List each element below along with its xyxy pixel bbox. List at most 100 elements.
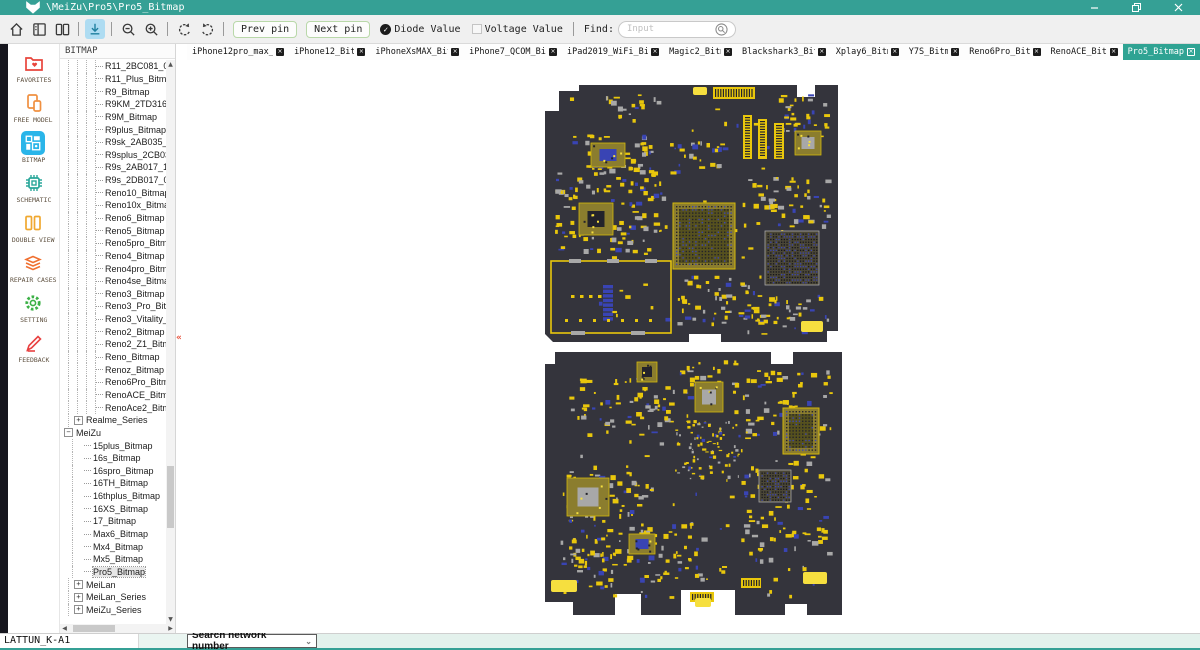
- sidebar-item-double-view[interactable]: DOUBLE VIEW: [10, 211, 56, 244]
- tree-item[interactable]: Reno5pro_Bitmap: [60, 237, 175, 250]
- tree-item[interactable]: RenoACE_Bitmap: [60, 389, 175, 402]
- tree-item[interactable]: Reno6Pro_Bitmap: [60, 376, 175, 389]
- sidebar-item-feedback[interactable]: FEEDBACK: [17, 331, 51, 364]
- sidebar-item-schematic[interactable]: SCHEMATIC: [15, 171, 53, 204]
- scroll-right-icon[interactable]: ▶: [166, 624, 175, 633]
- sidebar-item-bitmap[interactable]: BITMAP: [21, 131, 46, 164]
- pin-drop-button[interactable]: [85, 19, 105, 39]
- expand-node-icon[interactable]: +: [74, 593, 83, 602]
- scroll-up-icon[interactable]: ▲: [166, 60, 175, 69]
- tree-item[interactable]: Reno3_Vitality_Bit: [60, 313, 175, 326]
- voltage-value-toggle[interactable]: Voltage Value: [472, 24, 563, 35]
- next-pin-button[interactable]: Next pin: [306, 21, 370, 38]
- tree-item[interactable]: Reno4se_Bitmap: [60, 275, 175, 288]
- zoom-in-button[interactable]: [141, 19, 161, 39]
- tree-item[interactable]: R9s_2DB017_0_Bi: [60, 174, 175, 187]
- tree-item[interactable]: Max6_Bitmap: [60, 528, 175, 541]
- tab-close-icon[interactable]: ×: [451, 48, 459, 56]
- tree-item[interactable]: +MeiLan_Series: [60, 591, 175, 604]
- tab-close-icon[interactable]: ×: [891, 48, 899, 56]
- sidebar-item-favorites[interactable]: FAVORITES: [15, 51, 53, 84]
- tree-item[interactable]: 16XS_Bitmap: [60, 502, 175, 515]
- tab-close-icon[interactable]: ×: [1187, 48, 1195, 56]
- tree-item[interactable]: 16TH_Bitmap: [60, 477, 175, 490]
- tab-Pro5_Bitmap[interactable]: Pro5_Bitmap×: [1123, 44, 1200, 60]
- tab-close-icon[interactable]: ×: [357, 48, 365, 56]
- collapse-panel-icon[interactable]: «: [176, 333, 182, 343]
- prev-pin-button[interactable]: Prev pin: [233, 21, 297, 38]
- panel-layout-button[interactable]: [29, 19, 49, 39]
- tab-close-icon[interactable]: ×: [1033, 48, 1041, 56]
- tree-item[interactable]: Reno5_Bitmap: [60, 224, 175, 237]
- expand-node-icon[interactable]: +: [74, 580, 83, 589]
- tab-close-icon[interactable]: ×: [549, 48, 557, 56]
- tree-item[interactable]: 15plus_Bitmap: [60, 439, 175, 452]
- tree-item[interactable]: Reno10_Bitmap: [60, 186, 175, 199]
- tab-close-icon[interactable]: ×: [951, 48, 959, 56]
- tree-vertical-scrollbar[interactable]: ▲ ▼: [166, 60, 175, 624]
- tab-Magic2_Bitmap[interactable]: Magic2_Bitmap×: [664, 44, 737, 60]
- hscroll-thumb[interactable]: [73, 625, 115, 632]
- tab-iPad2019_WiFi_Bitmap[interactable]: iPad2019_WiFi_Bitmap×: [562, 44, 664, 60]
- tree-item[interactable]: Mx5_Bitmap: [60, 553, 175, 566]
- tree-item[interactable]: R9sk_2AB035_0_E: [60, 136, 175, 149]
- tree-item[interactable]: R9splus_2CB036_: [60, 148, 175, 161]
- tree-item[interactable]: R9_Bitmap: [60, 85, 175, 98]
- expand-node-icon[interactable]: +: [74, 416, 83, 425]
- home-button[interactable]: [6, 19, 26, 39]
- expand-node-icon[interactable]: +: [74, 605, 83, 614]
- tree-item[interactable]: R11_2BC081_0_Bi: [60, 60, 175, 73]
- rotate-cw-button[interactable]: [197, 19, 217, 39]
- collapse-node-icon[interactable]: −: [64, 428, 73, 437]
- tree-item[interactable]: Reno10x_Bitmap: [60, 199, 175, 212]
- tree-item[interactable]: Renoz_Bitmap: [60, 363, 175, 376]
- tree-item[interactable]: R9s_2AB017_1_Bi: [60, 161, 175, 174]
- sidebar-item-repair-cases[interactable]: REPAIR CASES: [8, 251, 59, 284]
- tab-Blackshark3_Bitmap[interactable]: Blackshark3_Bitmap×: [737, 44, 831, 60]
- scroll-down-icon[interactable]: ▼: [166, 615, 175, 624]
- vscroll-thumb[interactable]: [167, 466, 174, 528]
- tab-iPhoneXsMAX_Bitmap[interactable]: iPhoneXsMAX_Bitmap×: [370, 44, 464, 60]
- search-icon[interactable]: [715, 23, 728, 36]
- close-button[interactable]: [1172, 3, 1184, 13]
- find-input[interactable]: [627, 24, 715, 34]
- tab-iPhone12_Bitmap[interactable]: iPhone12_Bitmap×: [289, 44, 370, 60]
- tree-item[interactable]: R9KM_2TD31602: [60, 98, 175, 111]
- pcb-canvas[interactable]: [187, 60, 1200, 633]
- tree-item[interactable]: Pro5_Bitmap: [60, 566, 175, 579]
- sidebar-item-free-model[interactable]: FREE MODEL: [12, 91, 54, 124]
- minimize-button[interactable]: [1088, 3, 1100, 13]
- tree-item[interactable]: RenoAce2_Bitmap: [60, 401, 175, 414]
- tree-item[interactable]: Reno4_Bitmap: [60, 250, 175, 263]
- tree-item[interactable]: Reno6_Bitmap: [60, 212, 175, 225]
- tree-item[interactable]: +MeiZu_Series: [60, 604, 175, 617]
- tab-close-icon[interactable]: ×: [651, 48, 659, 56]
- scroll-left-icon[interactable]: ◀: [60, 624, 69, 633]
- tab-close-icon[interactable]: ×: [818, 48, 826, 56]
- zoom-out-button[interactable]: [118, 19, 138, 39]
- restore-button[interactable]: [1130, 3, 1142, 13]
- tree-item[interactable]: Mx4_Bitmap: [60, 540, 175, 553]
- diode-value-toggle[interactable]: ✓ Diode Value: [380, 24, 460, 35]
- tree-item[interactable]: +Realme_Series: [60, 414, 175, 427]
- tab-close-icon[interactable]: ×: [724, 48, 732, 56]
- tree-item[interactable]: R11_Plus_Bitmap: [60, 73, 175, 86]
- tree-item[interactable]: −MeiZu: [60, 427, 175, 440]
- tree-item[interactable]: Reno_Bitmap: [60, 351, 175, 364]
- tree-item[interactable]: 17_Bitmap: [60, 515, 175, 528]
- tree-item[interactable]: Reno4pro_Bitmap: [60, 262, 175, 275]
- tab-close-icon[interactable]: ×: [1110, 48, 1118, 56]
- tree-item[interactable]: Reno3_Pro_Bitma: [60, 300, 175, 313]
- tab-RenoACE_Bitmap[interactable]: RenoACE_Bitmap×: [1046, 44, 1123, 60]
- tree-item[interactable]: 16s_Bitmap: [60, 452, 175, 465]
- tab-iPhone7_QCOM_Bitmap[interactable]: iPhone7_QCOM_Bitmap×: [464, 44, 562, 60]
- tree-item[interactable]: R9M_Bitmap: [60, 111, 175, 124]
- left-dark-scrollbar[interactable]: [0, 44, 8, 633]
- tree-item[interactable]: 16thplus_Bitmap: [60, 490, 175, 503]
- pcb-board-bottom[interactable]: [545, 352, 842, 615]
- tree-item[interactable]: Reno2_Bitmap: [60, 325, 175, 338]
- tab-close-icon[interactable]: ×: [276, 48, 284, 56]
- sidebar-item-setting[interactable]: SETTING: [19, 291, 49, 324]
- double-view-button[interactable]: [52, 19, 72, 39]
- tree-item[interactable]: Reno2_Z1_Bitmap: [60, 338, 175, 351]
